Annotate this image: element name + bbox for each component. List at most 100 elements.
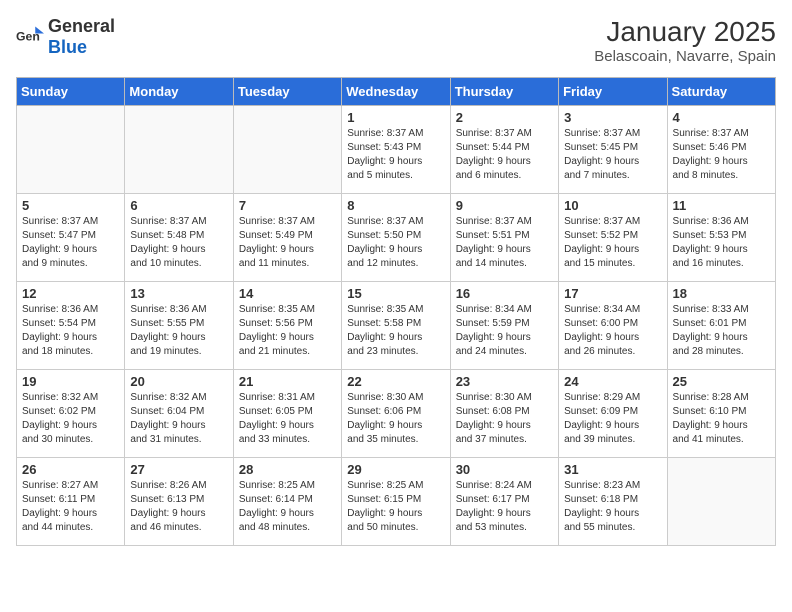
weekday-header-friday: Friday bbox=[559, 78, 667, 106]
day-info: Sunrise: 8:37 AM Sunset: 5:47 PM Dayligh… bbox=[22, 215, 119, 271]
calendar-header: SundayMondayTuesdayWednesdayThursdayFrid… bbox=[17, 78, 776, 106]
day-info: Sunrise: 8:30 AM Sunset: 6:08 PM Dayligh… bbox=[456, 391, 553, 447]
week-row-2: 5 Sunrise: 8:37 AM Sunset: 5:47 PM Daylig… bbox=[17, 194, 776, 282]
day-cell bbox=[17, 106, 125, 194]
day-info: Sunrise: 8:35 AM Sunset: 5:56 PM Dayligh… bbox=[239, 303, 336, 359]
day-number: 26 bbox=[22, 462, 119, 477]
day-info: Sunrise: 8:31 AM Sunset: 6:05 PM Dayligh… bbox=[239, 391, 336, 447]
day-cell: 6 Sunrise: 8:37 AM Sunset: 5:48 PM Daylig… bbox=[125, 194, 233, 282]
day-cell: 9 Sunrise: 8:37 AM Sunset: 5:51 PM Daylig… bbox=[450, 194, 558, 282]
day-cell: 29 Sunrise: 8:25 AM Sunset: 6:15 PM Dayli… bbox=[342, 458, 450, 546]
day-info: Sunrise: 8:36 AM Sunset: 5:55 PM Dayligh… bbox=[130, 303, 227, 359]
day-cell: 15 Sunrise: 8:35 AM Sunset: 5:58 PM Dayli… bbox=[342, 282, 450, 370]
day-cell: 3 Sunrise: 8:37 AM Sunset: 5:45 PM Daylig… bbox=[559, 106, 667, 194]
day-cell: 21 Sunrise: 8:31 AM Sunset: 6:05 PM Dayli… bbox=[233, 370, 341, 458]
logo-icon: Gen bbox=[16, 23, 44, 51]
day-cell bbox=[125, 106, 233, 194]
day-info: Sunrise: 8:37 AM Sunset: 5:44 PM Dayligh… bbox=[456, 127, 553, 183]
day-cell: 31 Sunrise: 8:23 AM Sunset: 6:18 PM Dayli… bbox=[559, 458, 667, 546]
day-cell: 2Sunrise: 8:37 AM Sunset: 5:44 PM Daylig… bbox=[450, 106, 558, 194]
logo-blue-text: Blue bbox=[48, 37, 87, 57]
weekday-header-monday: Monday bbox=[125, 78, 233, 106]
weekday-header-thursday: Thursday bbox=[450, 78, 558, 106]
day-info: Sunrise: 8:37 AM Sunset: 5:45 PM Dayligh… bbox=[564, 127, 661, 183]
day-number: 9 bbox=[456, 198, 553, 213]
day-number: 12 bbox=[22, 286, 119, 301]
day-number: 14 bbox=[239, 286, 336, 301]
day-number: 10 bbox=[564, 198, 661, 213]
day-cell: 25 Sunrise: 8:28 AM Sunset: 6:10 PM Dayli… bbox=[667, 370, 775, 458]
day-info: Sunrise: 8:30 AM Sunset: 6:06 PM Dayligh… bbox=[347, 391, 444, 447]
day-cell: 19Sunrise: 8:32 AM Sunset: 6:02 PM Dayli… bbox=[17, 370, 125, 458]
day-info: Sunrise: 8:35 AM Sunset: 5:58 PM Dayligh… bbox=[347, 303, 444, 359]
day-cell: 11Sunrise: 8:36 AM Sunset: 5:53 PM Dayli… bbox=[667, 194, 775, 282]
day-number: 24 bbox=[564, 374, 661, 389]
day-number: 17 bbox=[564, 286, 661, 301]
day-cell: 7Sunrise: 8:37 AM Sunset: 5:49 PM Daylig… bbox=[233, 194, 341, 282]
day-number: 21 bbox=[239, 374, 336, 389]
day-cell: 18Sunrise: 8:33 AM Sunset: 6:01 PM Dayli… bbox=[667, 282, 775, 370]
day-cell bbox=[233, 106, 341, 194]
day-number: 1 bbox=[347, 110, 444, 125]
day-info: Sunrise: 8:36 AM Sunset: 5:54 PM Dayligh… bbox=[22, 303, 119, 359]
weekday-header-row: SundayMondayTuesdayWednesdayThursdayFrid… bbox=[17, 78, 776, 106]
day-info: Sunrise: 8:25 AM Sunset: 6:15 PM Dayligh… bbox=[347, 479, 444, 535]
day-cell: 4Sunrise: 8:37 AM Sunset: 5:46 PM Daylig… bbox=[667, 106, 775, 194]
day-cell: 24 Sunrise: 8:29 AM Sunset: 6:09 PM Dayli… bbox=[559, 370, 667, 458]
title-block: January 2025 Belascoain, Navarre, Spain bbox=[594, 16, 776, 65]
day-info: Sunrise: 8:23 AM Sunset: 6:18 PM Dayligh… bbox=[564, 479, 661, 535]
day-cell: 8Sunrise: 8:37 AM Sunset: 5:50 PM Daylig… bbox=[342, 194, 450, 282]
day-number: 28 bbox=[239, 462, 336, 477]
day-info: Sunrise: 8:37 AM Sunset: 5:51 PM Dayligh… bbox=[456, 215, 553, 271]
day-cell: 23 Sunrise: 8:30 AM Sunset: 6:08 PM Dayli… bbox=[450, 370, 558, 458]
day-cell: 13Sunrise: 8:36 AM Sunset: 5:55 PM Dayli… bbox=[125, 282, 233, 370]
day-cell: 27 Sunrise: 8:26 AM Sunset: 6:13 PM Dayli… bbox=[125, 458, 233, 546]
weekday-header-saturday: Saturday bbox=[667, 78, 775, 106]
day-cell: 26 Sunrise: 8:27 AM Sunset: 6:11 PM Dayli… bbox=[17, 458, 125, 546]
day-number: 5 bbox=[22, 198, 119, 213]
day-number: 22 bbox=[347, 374, 444, 389]
day-info: Sunrise: 8:25 AM Sunset: 6:14 PM Dayligh… bbox=[239, 479, 336, 535]
day-info: Sunrise: 8:36 AM Sunset: 5:53 PM Dayligh… bbox=[673, 215, 770, 271]
day-info: Sunrise: 8:26 AM Sunset: 6:13 PM Dayligh… bbox=[130, 479, 227, 535]
day-number: 3 bbox=[564, 110, 661, 125]
weekday-header-tuesday: Tuesday bbox=[233, 78, 341, 106]
weekday-header-wednesday: Wednesday bbox=[342, 78, 450, 106]
day-info: Sunrise: 8:37 AM Sunset: 5:52 PM Dayligh… bbox=[564, 215, 661, 271]
calendar-title: January 2025 bbox=[594, 16, 776, 48]
week-row-3: 12 Sunrise: 8:36 AM Sunset: 5:54 PM Dayli… bbox=[17, 282, 776, 370]
day-info: Sunrise: 8:32 AM Sunset: 6:02 PM Dayligh… bbox=[22, 391, 119, 447]
day-cell: 22 Sunrise: 8:30 AM Sunset: 6:06 PM Dayli… bbox=[342, 370, 450, 458]
day-number: 23 bbox=[456, 374, 553, 389]
page-header: Gen General Blue January 2025 Belascoain… bbox=[16, 16, 776, 65]
day-info: Sunrise: 8:24 AM Sunset: 6:17 PM Dayligh… bbox=[456, 479, 553, 535]
day-info: Sunrise: 8:37 AM Sunset: 5:48 PM Dayligh… bbox=[130, 215, 227, 271]
day-info: Sunrise: 8:37 AM Sunset: 5:43 PM Dayligh… bbox=[347, 127, 444, 183]
week-row-5: 26 Sunrise: 8:27 AM Sunset: 6:11 PM Dayli… bbox=[17, 458, 776, 546]
day-number: 25 bbox=[673, 374, 770, 389]
day-cell: 30Sunrise: 8:24 AM Sunset: 6:17 PM Dayli… bbox=[450, 458, 558, 546]
day-info: Sunrise: 8:28 AM Sunset: 6:10 PM Dayligh… bbox=[673, 391, 770, 447]
day-info: Sunrise: 8:37 AM Sunset: 5:50 PM Dayligh… bbox=[347, 215, 444, 271]
day-number: 29 bbox=[347, 462, 444, 477]
day-cell: 5 Sunrise: 8:37 AM Sunset: 5:47 PM Daylig… bbox=[17, 194, 125, 282]
day-number: 16 bbox=[456, 286, 553, 301]
logo-general-text: General bbox=[48, 16, 115, 36]
day-info: Sunrise: 8:29 AM Sunset: 6:09 PM Dayligh… bbox=[564, 391, 661, 447]
day-info: Sunrise: 8:32 AM Sunset: 6:04 PM Dayligh… bbox=[130, 391, 227, 447]
week-row-4: 19Sunrise: 8:32 AM Sunset: 6:02 PM Dayli… bbox=[17, 370, 776, 458]
day-number: 6 bbox=[130, 198, 227, 213]
day-info: Sunrise: 8:27 AM Sunset: 6:11 PM Dayligh… bbox=[22, 479, 119, 535]
day-number: 31 bbox=[564, 462, 661, 477]
day-cell: 10 Sunrise: 8:37 AM Sunset: 5:52 PM Dayli… bbox=[559, 194, 667, 282]
day-cell: 1 Sunrise: 8:37 AM Sunset: 5:43 PM Daylig… bbox=[342, 106, 450, 194]
day-number: 27 bbox=[130, 462, 227, 477]
day-info: Sunrise: 8:33 AM Sunset: 6:01 PM Dayligh… bbox=[673, 303, 770, 359]
day-info: Sunrise: 8:34 AM Sunset: 6:00 PM Dayligh… bbox=[564, 303, 661, 359]
day-number: 4 bbox=[673, 110, 770, 125]
week-row-1: 1 Sunrise: 8:37 AM Sunset: 5:43 PM Daylig… bbox=[17, 106, 776, 194]
calendar-subtitle: Belascoain, Navarre, Spain bbox=[594, 48, 776, 65]
calendar-table: SundayMondayTuesdayWednesdayThursdayFrid… bbox=[16, 77, 776, 546]
day-number: 15 bbox=[347, 286, 444, 301]
day-number: 20 bbox=[130, 374, 227, 389]
